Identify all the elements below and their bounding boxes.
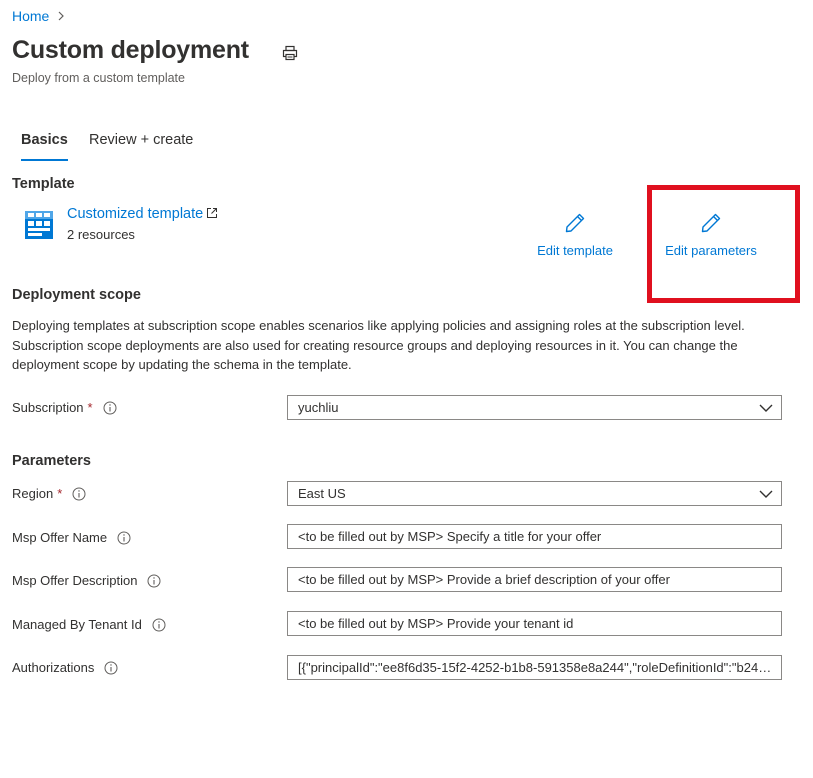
info-icon[interactable] <box>147 574 161 588</box>
region-value: East US <box>298 486 346 501</box>
chevron-right-icon <box>57 11 65 21</box>
msp-offer-description-label: Msp Offer Description <box>12 573 161 588</box>
deployment-scope-heading: Deployment scope <box>12 287 141 303</box>
highlight-box <box>647 185 800 303</box>
parameters-heading: Parameters <box>12 453 91 469</box>
msp-offer-name-input[interactable]: <to be filled out by MSP> Specify a titl… <box>287 524 782 549</box>
template-icon <box>24 210 54 240</box>
msp-offer-name-label-text: Msp Offer Name <box>12 530 108 545</box>
authorizations-value: [{"principalId":"ee8f6d35-15f2-4252-b1b8… <box>298 660 781 675</box>
managed-by-tenant-id-input[interactable]: <to be filled out by MSP> Provide your t… <box>287 611 782 636</box>
msp-offer-name-value: <to be filled out by MSP> Specify a titl… <box>298 529 602 544</box>
pencil-icon <box>525 212 625 237</box>
breadcrumb-home-link[interactable]: Home <box>12 8 49 24</box>
required-marker: * <box>87 400 93 415</box>
template-resources-count: 2 resources <box>67 227 135 242</box>
info-icon[interactable] <box>104 661 118 675</box>
info-icon[interactable] <box>117 531 131 545</box>
deployment-scope-description: Deploying templates at subscription scop… <box>12 318 745 372</box>
msp-offer-description-value: <to be filled out by MSP> Provide a brie… <box>298 572 670 587</box>
region-label: Region * <box>12 486 86 501</box>
managed-by-tenant-id-value: <to be filled out by MSP> Provide your t… <box>298 616 574 631</box>
subscription-dropdown[interactable]: yuchliu <box>287 395 782 420</box>
subscription-label: Subscription * <box>12 400 117 415</box>
external-link-icon <box>206 207 218 223</box>
msp-offer-description-label-text: Msp Offer Description <box>12 573 138 588</box>
tab-basics[interactable]: Basics <box>21 132 68 161</box>
page-subtitle: Deploy from a custom template <box>12 71 185 85</box>
chevron-down-icon <box>751 490 781 498</box>
subscription-value: yuchliu <box>298 400 339 415</box>
print-icon[interactable] <box>281 44 299 62</box>
authorizations-input[interactable]: [{"principalId":"ee8f6d35-15f2-4252-b1b8… <box>287 655 782 680</box>
info-icon[interactable] <box>103 401 117 415</box>
region-dropdown[interactable]: East US <box>287 481 782 506</box>
chevron-down-icon <box>751 404 781 412</box>
authorizations-label-text: Authorizations <box>12 660 95 675</box>
breadcrumb: Home <box>12 8 65 24</box>
edit-template-button[interactable]: Edit template <box>525 212 625 258</box>
info-icon[interactable] <box>72 487 86 501</box>
tab-review-create[interactable]: Review + create <box>89 132 193 159</box>
subscription-label-text: Subscription <box>12 400 84 415</box>
info-icon[interactable] <box>152 618 166 632</box>
page-title: Custom deployment <box>12 36 249 64</box>
msp-offer-name-label: Msp Offer Name <box>12 530 131 545</box>
customized-template-link[interactable]: Customized template <box>67 206 218 223</box>
msp-offer-description-input[interactable]: <to be filled out by MSP> Provide a brie… <box>287 567 782 592</box>
template-link-label[interactable]: Customized template <box>67 206 203 222</box>
managed-by-tenant-id-label-text: Managed By Tenant Id <box>12 617 142 632</box>
managed-by-tenant-id-label: Managed By Tenant Id <box>12 617 166 632</box>
authorizations-label: Authorizations <box>12 660 118 675</box>
edit-template-label[interactable]: Edit template <box>537 243 613 258</box>
required-marker: * <box>57 486 63 501</box>
template-heading: Template <box>12 176 75 192</box>
region-label-text: Region <box>12 486 54 501</box>
